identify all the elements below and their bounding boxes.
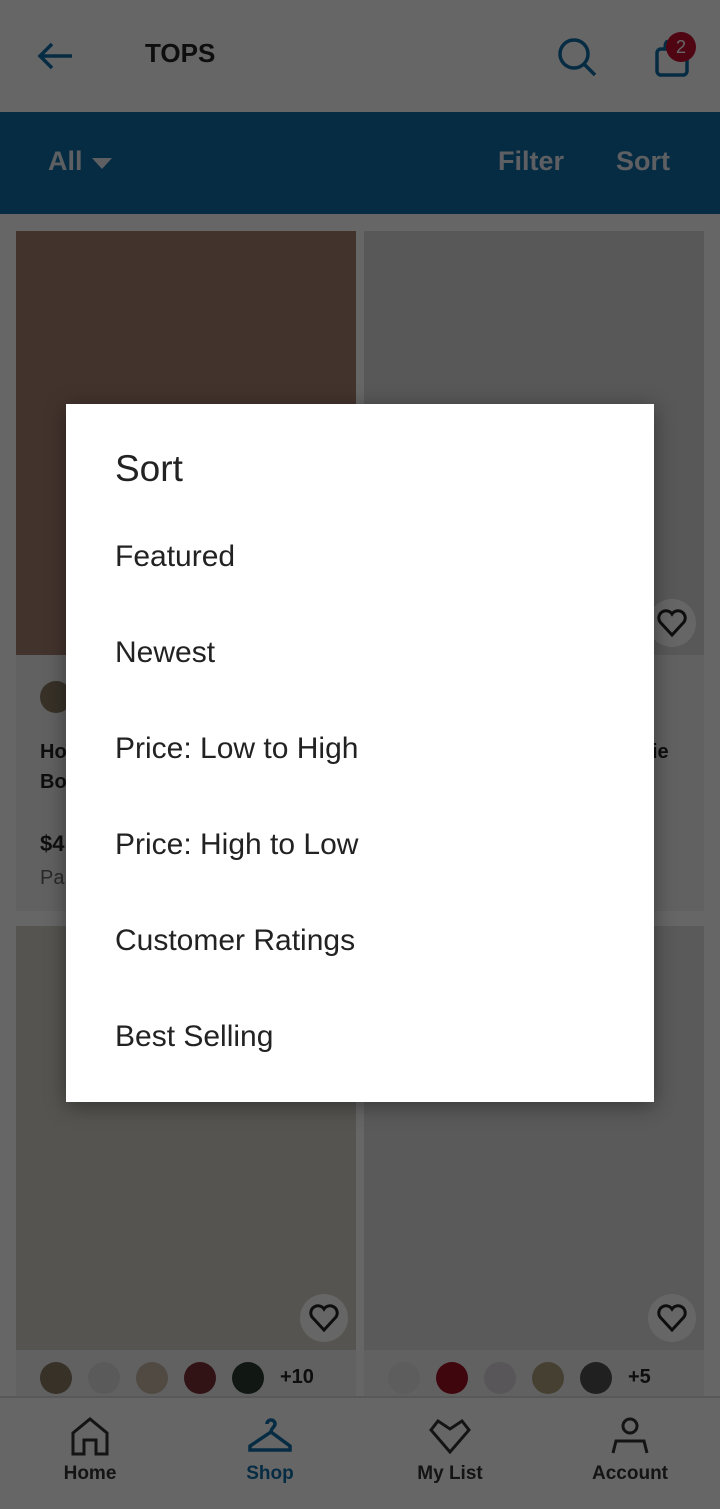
sort-option-featured[interactable]: Featured [115,540,235,574]
more-colors: +5 [628,1366,651,1388]
favorite-button[interactable] [648,599,696,647]
app-header: TOPS 2 [0,0,720,112]
color-swatch[interactable] [136,1362,168,1394]
product-name-line2: Bo [40,771,67,793]
sort-option-newest[interactable]: Newest [115,636,215,670]
product-subtext: Pa [40,867,65,889]
product-name: ie [652,741,669,763]
more-colors: +10 [280,1366,314,1388]
filter-bar: All Filter Sort [0,112,720,214]
nav-account[interactable]: Account [540,1398,720,1509]
color-swatch[interactable] [40,1362,72,1394]
color-swatch[interactable] [580,1362,612,1394]
color-swatch[interactable] [88,1362,120,1394]
category-dropdown[interactable]: All [48,146,83,177]
nav-label: Home [63,1463,117,1484]
product-name: Ho [40,741,67,763]
favorite-button[interactable] [300,1294,348,1342]
nav-my-list[interactable]: My List [360,1398,540,1509]
heart-icon [657,609,687,637]
filter-button[interactable]: Filter [498,146,564,177]
back-arrow-icon[interactable] [36,36,76,76]
color-swatch[interactable] [532,1362,564,1394]
heart-icon [429,1418,471,1455]
sort-dialog: Sort Featured Newest Price: Low to High … [66,404,654,1102]
sort-option-best-selling[interactable]: Best Selling [115,1020,273,1054]
nav-home[interactable]: Home [0,1398,180,1509]
nav-label: My List [417,1463,483,1484]
hanger-icon [248,1418,292,1452]
product-price: $4 [40,831,65,856]
sort-option-customer-ratings[interactable]: Customer Ratings [115,924,355,958]
cart-count-badge: 2 [666,32,696,62]
sort-button[interactable]: Sort [616,146,670,177]
color-swatch[interactable] [484,1362,516,1394]
person-icon [611,1417,649,1454]
sort-option-price-high-low[interactable]: Price: High to Low [115,828,358,862]
color-swatch[interactable] [232,1362,264,1394]
chevron-down-icon [92,158,112,169]
favorite-button[interactable] [648,1294,696,1342]
heart-icon [657,1304,687,1332]
heart-icon [309,1304,339,1332]
sort-option-price-low-high[interactable]: Price: Low to High [115,732,358,766]
color-swatch[interactable] [388,1362,420,1394]
search-icon[interactable] [556,36,598,78]
dialog-title: Sort [115,448,183,489]
nav-label: Shop [246,1463,294,1484]
nav-shop[interactable]: Shop [180,1398,360,1509]
nav-label: Account [592,1463,668,1484]
page-title: TOPS [145,38,216,68]
bottom-nav: Home Shop My List Account [0,1396,720,1507]
color-swatch[interactable] [184,1362,216,1394]
color-swatch[interactable] [436,1362,468,1394]
home-icon [71,1417,109,1456]
